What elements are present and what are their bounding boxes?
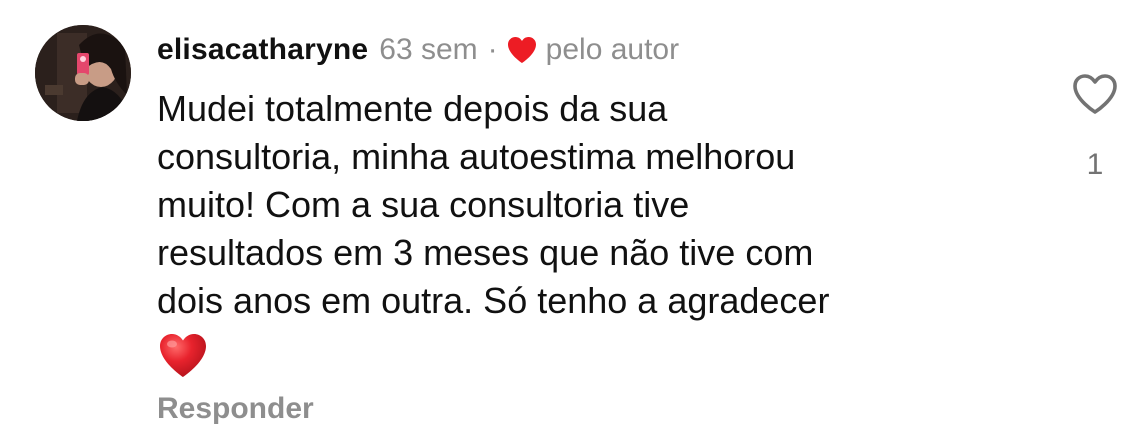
username[interactable]: elisacatharyne xyxy=(157,33,368,67)
comment-text-line: Mudei totalmente depois da sua xyxy=(157,88,668,129)
avatar[interactable] xyxy=(35,25,131,121)
red-heart-emoji xyxy=(157,331,209,379)
red-heart-icon xyxy=(506,35,538,65)
comment-text-line: dois anos em outra. Só tenho a agradecer xyxy=(157,280,830,321)
comment-text: Mudei totalmente depois da sua consultor… xyxy=(157,85,1017,379)
like-count: 1 xyxy=(1086,148,1104,181)
separator-dot: · xyxy=(487,33,498,66)
author-like-label: pelo autor xyxy=(545,33,680,66)
heart-outline-icon[interactable] xyxy=(1071,72,1119,116)
comment-text-line: resultados em 3 meses que não tive com xyxy=(157,232,814,273)
reply-button[interactable]: Responder xyxy=(157,392,314,426)
comment-header: elisacatharyne 63 sem · pelo autor xyxy=(157,28,679,72)
timestamp: 63 sem xyxy=(379,33,478,66)
comment-text-line: muito! Com a sua consultoria tive xyxy=(157,184,690,225)
comment: elisacatharyne 63 sem · pelo autor Mudei… xyxy=(0,0,1126,443)
avatar-photo xyxy=(35,25,131,121)
comment-text-line: consultoria, minha autoestima melhorou xyxy=(157,136,796,177)
